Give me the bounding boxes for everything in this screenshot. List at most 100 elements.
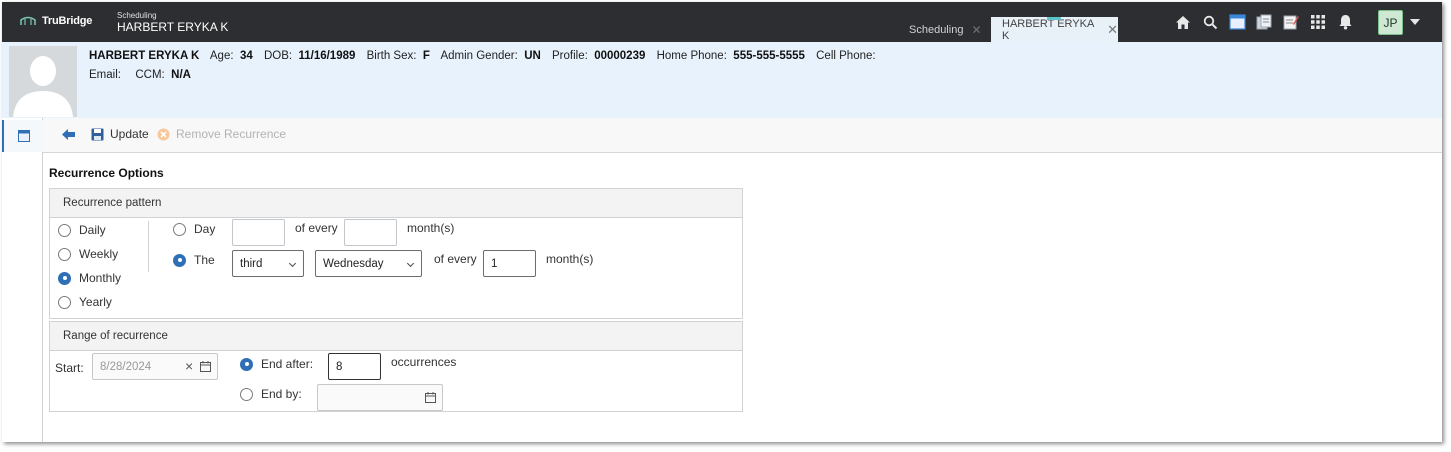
weekday-select[interactable]: Wednesday <box>315 250 422 277</box>
chevron-down-icon <box>288 259 297 268</box>
radio-end-by[interactable]: End by: <box>240 387 302 401</box>
app-title: Scheduling HARBERT ERYKA K <box>117 11 228 34</box>
section-title: Recurrence Options <box>49 166 164 180</box>
notes-icon[interactable] <box>1280 12 1302 32</box>
radio-label: Day <box>194 222 216 236</box>
brand-logo[interactable]: TruBridge <box>20 15 92 27</box>
ccm-label: CCM: <box>135 69 165 81</box>
trubridge-logo-icon <box>20 16 36 25</box>
birth-sex-value: F <box>422 50 430 62</box>
update-label: Update <box>110 127 149 141</box>
left-nav-rail <box>2 118 43 442</box>
back-button[interactable] <box>62 129 76 143</box>
top-icon-bar <box>1172 12 1361 32</box>
close-icon[interactable]: ✕ <box>971 23 981 37</box>
close-icon[interactable]: ✕ <box>1107 22 1118 38</box>
patient-demographics: HARBERT ERYKA K Age: 34 DOB: 11/16/1989 … <box>89 47 879 85</box>
chevron-down-icon[interactable] <box>1410 19 1420 25</box>
recurrence-pattern-group: Recurrence pattern Daily Weekly Monthly … <box>49 188 743 319</box>
documents-icon[interactable] <box>1253 12 1275 32</box>
radio-label: Monthly <box>79 271 122 285</box>
radio-indicator <box>240 387 253 401</box>
calendar-icon[interactable] <box>200 361 211 372</box>
back-arrow-icon <box>62 129 75 140</box>
radio-monthly[interactable]: Monthly <box>58 271 121 285</box>
top-bar: TruBridge Scheduling HARBERT ERYKA K Sch… <box>2 2 1442 42</box>
remove-recurrence-button: Remove Recurrence <box>157 127 286 141</box>
patient-banner: HARBERT ERYKA K Age: 34 DOB: 11/16/1989 … <box>2 42 1442 118</box>
demographics-line-1: HARBERT ERYKA K Age: 34 DOB: 11/16/1989 … <box>89 47 879 66</box>
weekday-value: Wednesday <box>323 257 384 270</box>
radio-day[interactable]: Day <box>173 222 215 236</box>
rail-item-schedule[interactable] <box>2 120 43 152</box>
search-icon[interactable] <box>1199 12 1221 32</box>
demographics-line-2: Email: CCM: N/A <box>89 66 879 85</box>
profile-value: 00000239 <box>594 50 646 62</box>
radio-weekly[interactable]: Weekly <box>58 247 118 261</box>
bell-icon[interactable] <box>1334 12 1356 32</box>
header-patient-name: HARBERT ERYKA K <box>117 20 229 34</box>
tab-patient[interactable]: HARBERT ERYKA K ✕ <box>991 17 1118 42</box>
the-months-input[interactable]: 1 <box>483 250 536 277</box>
range-title: Range of recurrence <box>50 322 742 351</box>
age-value: 34 <box>239 50 253 62</box>
remove-icon <box>157 128 170 140</box>
end-after-input[interactable]: 8 <box>328 353 381 380</box>
radio-indicator <box>173 253 186 267</box>
dob-value: 11/16/1989 <box>298 50 356 62</box>
dob-label: DOB: <box>263 50 293 62</box>
recurrence-pattern-title: Recurrence pattern <box>50 189 742 218</box>
apps-grid-icon[interactable] <box>1307 12 1329 32</box>
months-label: month(s) <box>407 221 455 235</box>
of-every-label: of every <box>434 252 477 266</box>
radio-indicator <box>58 271 71 285</box>
age-label: Age: <box>209 50 234 62</box>
patient-name: HARBERT ERYKA K <box>89 50 200 62</box>
radio-daily[interactable]: Daily <box>58 223 106 237</box>
cell-phone-label: Cell Phone: <box>816 50 876 62</box>
radio-indicator <box>58 247 71 261</box>
of-every-label: of every <box>295 221 338 235</box>
end-by-date-input[interactable] <box>317 384 443 411</box>
app-window: TruBridge Scheduling HARBERT ERYKA K Sch… <box>2 2 1442 442</box>
radio-indicator <box>58 223 71 237</box>
home-phone-value: 555-555-5555 <box>733 50 805 62</box>
calendar-icon <box>17 130 30 142</box>
tab-label: Scheduling <box>909 23 964 36</box>
radio-label: The <box>194 253 215 267</box>
active-tab-indicator <box>1047 17 1061 20</box>
home-icon[interactable] <box>1172 12 1194 32</box>
ccm-value: N/A <box>171 69 191 81</box>
radio-the[interactable]: The <box>173 253 215 267</box>
radio-indicator <box>58 295 71 309</box>
divider <box>148 221 149 272</box>
admin-gender-label: Admin Gender: <box>440 50 518 62</box>
clear-icon[interactable]: × <box>185 358 193 374</box>
radio-label: End after: <box>261 357 314 371</box>
brand-name: TruBridge <box>42 15 93 27</box>
calendar-icon[interactable] <box>1226 12 1248 32</box>
radio-indicator <box>173 222 186 236</box>
day-months-input[interactable] <box>344 219 397 246</box>
day-number-input[interactable] <box>232 219 285 246</box>
home-phone-label: Home Phone: <box>656 50 727 62</box>
patient-photo-placeholder <box>9 46 77 117</box>
user-avatar[interactable]: JP <box>1378 10 1403 35</box>
months-label: month(s) <box>546 252 594 266</box>
start-date-input[interactable]: 8/28/2024 × <box>92 353 218 380</box>
radio-end-after[interactable]: End after: <box>240 357 313 371</box>
remove-recurrence-label: Remove Recurrence <box>176 127 287 141</box>
ordinal-select[interactable]: third <box>232 250 304 277</box>
start-date-value: 8/28/2024 <box>100 360 152 373</box>
update-button[interactable]: Update <box>91 127 149 141</box>
radio-yearly[interactable]: Yearly <box>58 295 112 309</box>
birth-sex-label: Birth Sex: <box>366 50 417 62</box>
email-label: Email: <box>89 69 121 81</box>
calendar-icon[interactable] <box>425 392 436 403</box>
tab-scheduling[interactable]: Scheduling ✕ <box>898 17 992 42</box>
start-label: Start: <box>55 361 84 375</box>
radio-indicator <box>240 357 253 371</box>
profile-label: Profile: <box>552 50 588 62</box>
radio-label: Weekly <box>79 247 119 261</box>
admin-gender-value: UN <box>524 50 541 62</box>
